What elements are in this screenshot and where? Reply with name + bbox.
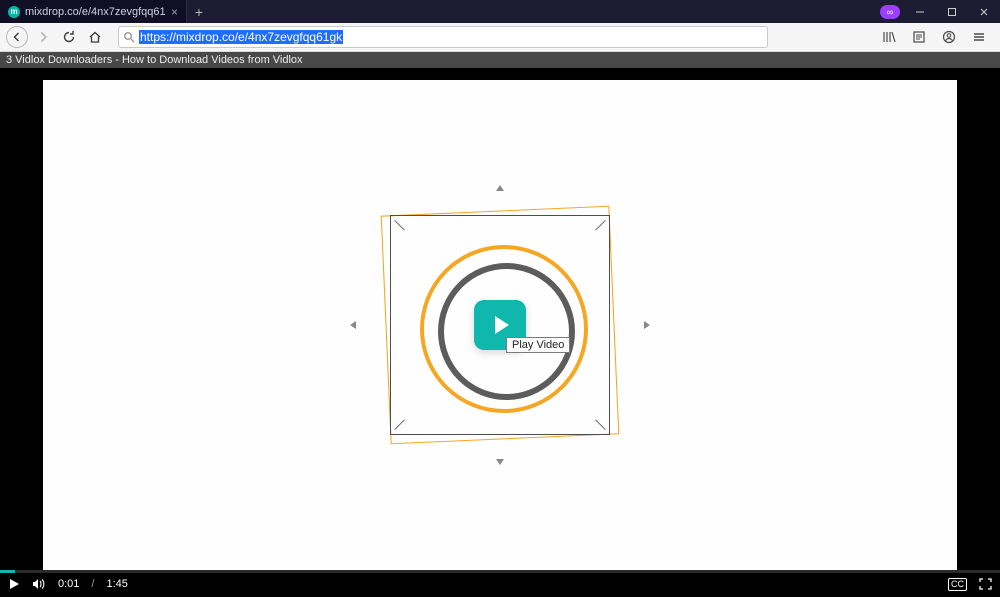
progress-track[interactable] [0, 570, 1000, 573]
close-tab-icon[interactable]: × [171, 6, 178, 18]
vpn-badge-icon[interactable]: ∞ [880, 5, 900, 19]
triangle-left-icon [350, 321, 356, 329]
triangle-down-icon [496, 459, 504, 465]
page-info-strip: 3 Vidlox Downloaders - How to Download V… [0, 52, 1000, 68]
library-icon[interactable] [878, 26, 900, 48]
page-info-text: 3 Vidlox Downloaders - How to Download V… [6, 54, 303, 66]
home-button[interactable] [84, 26, 106, 48]
play-icon[interactable] [8, 578, 20, 590]
video-control-bar: 0:01 / 1:45 CC [0, 570, 1000, 597]
reload-button[interactable] [58, 26, 80, 48]
account-icon[interactable] [938, 26, 960, 48]
reader-view-icon[interactable] [908, 26, 930, 48]
window-close-button[interactable] [968, 0, 1000, 23]
menu-icon[interactable] [968, 26, 990, 48]
progress-played [0, 570, 15, 573]
play-tooltip: Play Video [506, 337, 570, 353]
url-text: https://mixdrop.co/e/4nx7zevgfqq61gk [139, 30, 343, 44]
corner-tick-icon [587, 220, 605, 238]
browser-tab[interactable]: m mixdrop.co/e/4nx7zevgfqq61g × [0, 0, 187, 23]
video-canvas[interactable]: Play Video [43, 80, 957, 570]
window-titlebar: m mixdrop.co/e/4nx7zevgfqq61g × + ∞ [0, 0, 1000, 23]
browser-toolbar: https://mixdrop.co/e/4nx7zevgfqq61gk [0, 23, 1000, 52]
window-maximize-button[interactable] [936, 0, 968, 23]
volume-icon[interactable] [32, 578, 46, 590]
triangle-right-icon [644, 321, 650, 329]
time-current: 0:01 [58, 578, 79, 590]
cc-button[interactable]: CC [948, 578, 967, 591]
fullscreen-icon[interactable] [979, 578, 992, 590]
video-player-frame: Play Video 0:01 / 1:45 CC [0, 68, 1000, 597]
time-duration: 1:45 [106, 578, 127, 590]
titlebar-spacer [211, 0, 880, 23]
corner-tick-icon [395, 220, 413, 238]
corner-tick-icon [395, 412, 413, 430]
window-minimize-button[interactable] [904, 0, 936, 23]
time-separator: / [91, 578, 94, 590]
new-tab-button[interactable]: + [187, 0, 211, 23]
triangle-up-icon [496, 185, 504, 191]
tab-favicon: m [8, 6, 20, 18]
search-icon [123, 31, 135, 43]
nav-back-button[interactable] [6, 26, 28, 48]
corner-tick-icon [587, 412, 605, 430]
nav-forward-button [32, 26, 54, 48]
tab-title: mixdrop.co/e/4nx7zevgfqq61g [25, 6, 166, 18]
address-bar[interactable]: https://mixdrop.co/e/4nx7zevgfqq61gk [118, 26, 768, 48]
